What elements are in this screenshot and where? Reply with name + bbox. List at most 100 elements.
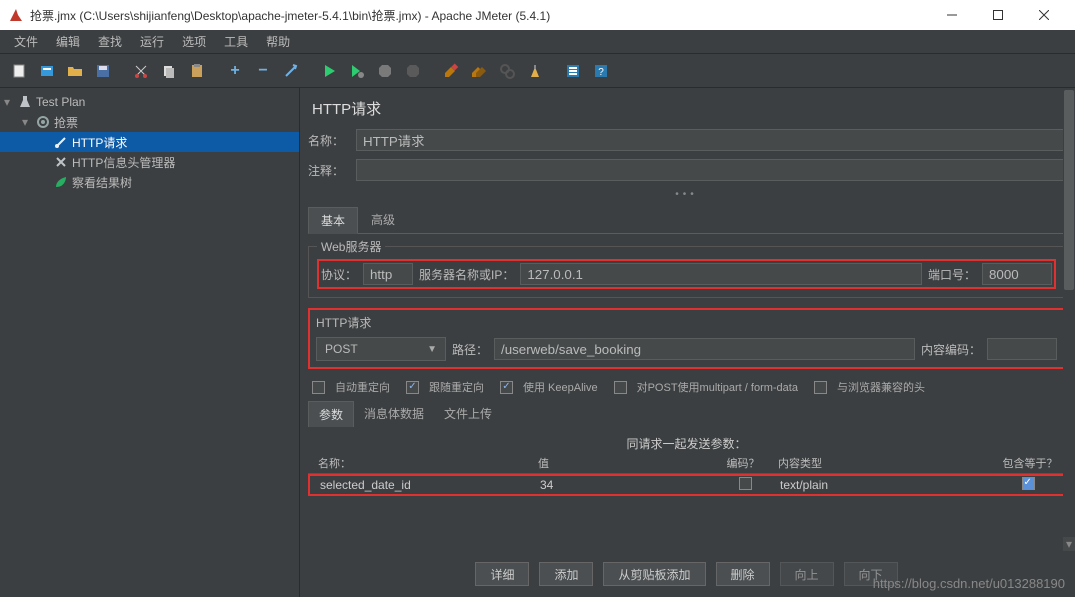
protocol-input[interactable] (363, 263, 413, 285)
cut-button[interactable] (128, 58, 154, 84)
save-button[interactable] (90, 58, 116, 84)
web-server-group: Web服务器 协议： 服务器名称或IP： 端口号： (308, 246, 1065, 298)
caret-down-icon[interactable]: ▾ (4, 95, 14, 109)
path-input[interactable] (494, 338, 915, 360)
stop-button[interactable] (372, 58, 398, 84)
from-clipboard-button[interactable]: 从剪贴板添加 (603, 562, 705, 586)
watermark: https://blog.csdn.net/u013288190 (873, 576, 1065, 591)
clear-all-button[interactable] (466, 58, 492, 84)
port-label: 端口号： (928, 266, 976, 283)
protocol-label: 协议： (321, 266, 357, 283)
method-select[interactable]: POST ▼ (316, 337, 446, 361)
tree-node-http-request[interactable]: HTTP请求 (0, 132, 299, 152)
tree-root[interactable]: ▾ Test Plan (0, 92, 299, 112)
window-titlebar: 抢票.jmx (C:\Users\shijianfeng\Desktop\apa… (0, 0, 1075, 30)
grip-icon[interactable]: ••• (308, 189, 1065, 200)
name-input[interactable] (356, 129, 1065, 151)
open-button[interactable] (62, 58, 88, 84)
shutdown-button[interactable] (400, 58, 426, 84)
subtab-upload[interactable]: 文件上传 (434, 401, 502, 427)
browser-headers-checkbox[interactable] (814, 381, 827, 394)
tab-basic[interactable]: 基本 (308, 207, 358, 234)
comment-input[interactable] (356, 159, 1065, 181)
menu-file[interactable]: 文件 (6, 31, 46, 52)
vertical-scrollbar[interactable]: ▾ (1063, 88, 1075, 567)
menu-search[interactable]: 查找 (90, 31, 130, 52)
tree-node-label: HTTP请求 (72, 134, 127, 151)
flask-icon (18, 95, 32, 109)
gear-icon (36, 115, 50, 129)
chevron-down-icon: ▼ (427, 344, 437, 355)
name-label: 名称： (308, 132, 348, 149)
server-input[interactable] (520, 263, 922, 285)
header-encode: 编码？ (708, 455, 778, 471)
paste-button[interactable] (184, 58, 210, 84)
port-input[interactable] (982, 263, 1052, 285)
tree-node-results-tree[interactable]: 察看结果树 (0, 172, 299, 192)
function-helper-button[interactable] (560, 58, 586, 84)
copy-button[interactable] (156, 58, 182, 84)
keepalive-label: 使用 KeepAlive (523, 379, 598, 395)
menu-tools[interactable]: 工具 (216, 31, 256, 52)
delete-button[interactable]: 删除 (716, 562, 770, 586)
cell-value[interactable]: 34 (540, 478, 710, 492)
help-button[interactable]: ? (588, 58, 614, 84)
collapse-button[interactable]: − (250, 58, 276, 84)
subtab-body[interactable]: 消息体数据 (354, 401, 434, 427)
follow-redirect-label: 跟随重定向 (429, 379, 484, 395)
wrench-icon (54, 155, 68, 169)
options-checkboxes: 自动重定向 跟随重定向 使用 KeepAlive 对POST使用multipar… (312, 379, 1065, 395)
jmeter-app-icon (8, 7, 24, 23)
scrollbar-thumb[interactable] (1064, 90, 1074, 290)
subtab-params[interactable]: 参数 (308, 401, 354, 427)
editor-panel: HTTP请求 名称： 注释： ••• 基本 高级 Web服务器 协议： 服务器名… (300, 88, 1075, 597)
add-button[interactable]: 添加 (539, 562, 593, 586)
tree-node-thread-group[interactable]: ▾ 抢票 (0, 112, 299, 132)
window-close-button[interactable] (1021, 0, 1067, 30)
header-content-type: 内容类型 (778, 455, 995, 471)
toggle-button[interactable] (278, 58, 304, 84)
run-button[interactable] (316, 58, 342, 84)
search-button[interactable] (494, 58, 520, 84)
http-request-highlight: HTTP请求 POST ▼ 路径： 内容编码： (308, 308, 1065, 369)
leaf-icon (54, 175, 68, 189)
auto-redirect-checkbox[interactable] (312, 381, 325, 394)
reset-search-button[interactable] (522, 58, 548, 84)
expand-button[interactable]: + (222, 58, 248, 84)
window-minimize-button[interactable] (929, 0, 975, 30)
keepalive-checkbox[interactable] (500, 381, 513, 394)
table-header: 名称： 值 编码？ 内容类型 包含等于？ (308, 452, 1065, 474)
up-button[interactable]: 向上 (780, 562, 834, 586)
encoding-label: 内容编码： (921, 341, 981, 358)
svg-text:?: ? (598, 67, 604, 78)
new-button[interactable] (6, 58, 32, 84)
caret-down-icon[interactable]: ▾ (22, 115, 32, 129)
menu-options[interactable]: 选项 (174, 31, 214, 52)
menu-run[interactable]: 运行 (132, 31, 172, 52)
table-row[interactable]: selected_date_id 34 text/plain (308, 474, 1065, 496)
detail-button[interactable]: 详细 (475, 562, 529, 586)
tab-advanced[interactable]: 高级 (358, 206, 408, 233)
templates-button[interactable] (34, 58, 60, 84)
window-maximize-button[interactable] (975, 0, 1021, 30)
run-no-timers-button[interactable] (344, 58, 370, 84)
menu-edit[interactable]: 编辑 (48, 31, 88, 52)
panel-title: HTTP请求 (312, 98, 1065, 119)
cell-encode-checkbox[interactable] (739, 477, 752, 490)
window-title: 抢票.jmx (C:\Users\shijianfeng\Desktop\apa… (30, 7, 929, 24)
encoding-input[interactable] (987, 338, 1057, 360)
test-plan-tree[interactable]: ▾ Test Plan ▾ 抢票 HTTP请求 HTTP信息头管理器 察看结果树 (0, 88, 300, 597)
follow-redirect-checkbox[interactable] (406, 381, 419, 394)
cell-include-checkbox[interactable] (1022, 477, 1035, 490)
tree-node-header-manager[interactable]: HTTP信息头管理器 (0, 152, 299, 172)
cell-content-type[interactable]: text/plain (780, 478, 993, 492)
multipart-checkbox[interactable] (614, 381, 627, 394)
tree-node-label: HTTP信息头管理器 (72, 154, 175, 171)
cell-name[interactable]: selected_date_id (310, 478, 540, 492)
menu-help[interactable]: 帮助 (258, 31, 298, 52)
scroll-down-icon[interactable]: ▾ (1063, 537, 1075, 551)
clear-button[interactable] (438, 58, 464, 84)
browser-headers-label: 与浏览器兼容的头 (837, 379, 925, 395)
multipart-label: 对POST使用multipart / form-data (637, 379, 798, 395)
params-table: 同请求一起发送参数： 名称： 值 编码？ 内容类型 包含等于？ selected… (308, 435, 1065, 546)
